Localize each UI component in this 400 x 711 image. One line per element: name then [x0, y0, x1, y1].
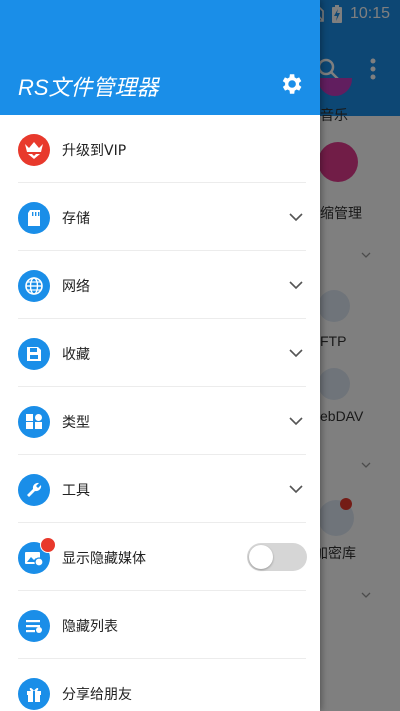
menu-item-label: 网络 [62, 279, 90, 295]
menu-item-label: 隐藏列表 [62, 619, 118, 635]
menu-item-label: 收藏 [62, 347, 90, 363]
hidden-list-icon [18, 610, 50, 642]
menu-item-favorites[interactable]: 收藏 [0, 319, 320, 387]
chevron-down-icon [289, 281, 303, 290]
menu-item-vip[interactable]: 升级到VIP [0, 115, 320, 183]
save-icon [18, 338, 50, 370]
menu-item-label: 分享给朋友 [62, 687, 132, 703]
menu-item-label: 显示隐藏媒体 [62, 551, 146, 567]
vip-crown-icon [18, 134, 50, 166]
menu-item-storage[interactable]: 存储 [0, 183, 320, 251]
gift-icon [18, 678, 50, 710]
menu-item-label: 存储 [62, 211, 90, 227]
new-badge [40, 537, 56, 553]
menu-item-label: 类型 [62, 415, 90, 431]
show-hidden-media-toggle[interactable] [247, 543, 307, 571]
chevron-down-icon [289, 213, 303, 222]
chevron-down-icon [289, 349, 303, 358]
sd-card-icon [18, 202, 50, 234]
gear-icon[interactable] [278, 71, 304, 97]
menu-item-types[interactable]: 类型 [0, 387, 320, 455]
menu-item-label: 工具 [62, 483, 90, 499]
drawer-menu: 升级到VIP 存储 网络 收藏 类型 工具 显示隐藏媒体 隐藏列表 分享给朋友 [0, 115, 320, 711]
globe-icon [18, 270, 50, 302]
navigation-drawer: RS文件管理器 升级到VIP 存储 网络 收藏 类型 工具 显示隐藏媒体 隐藏列… [0, 0, 320, 711]
chevron-down-icon [289, 485, 303, 494]
menu-item-share[interactable]: 分享给朋友 [0, 659, 320, 711]
chevron-down-icon [289, 417, 303, 426]
menu-item-hidden-list[interactable]: 隐藏列表 [0, 591, 320, 659]
menu-item-tools[interactable]: 工具 [0, 455, 320, 523]
menu-item-label: 升级到VIP [62, 143, 127, 159]
menu-item-network[interactable]: 网络 [0, 251, 320, 319]
category-icon [18, 406, 50, 438]
app-title: RS文件管理器 [18, 75, 159, 100]
drawer-header: RS文件管理器 [0, 0, 320, 115]
wrench-icon [18, 474, 50, 506]
menu-item-show-hidden-media[interactable]: 显示隐藏媒体 [0, 523, 320, 591]
toggle-knob [249, 545, 273, 569]
